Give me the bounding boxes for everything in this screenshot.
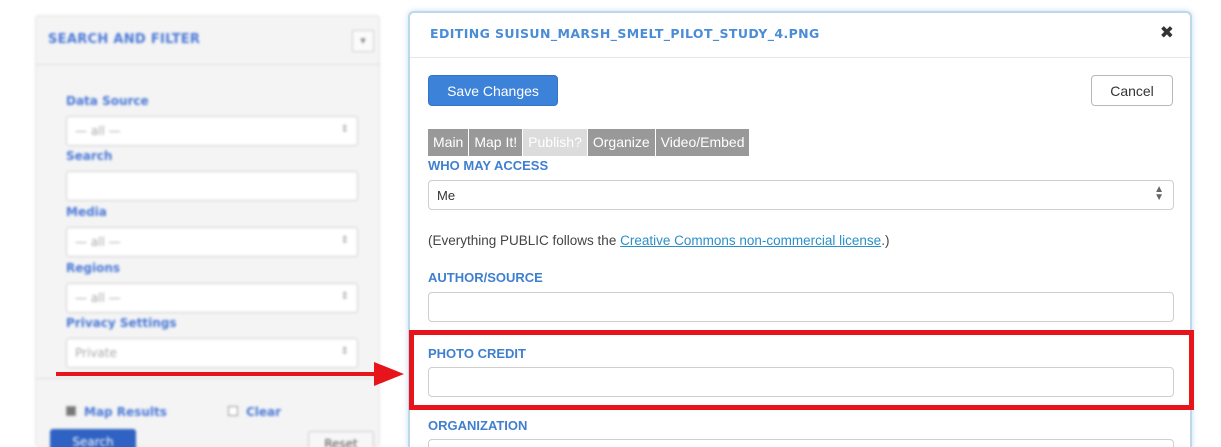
license-note-suffix: .): [881, 233, 890, 248]
data-source-label: Data Source: [66, 94, 149, 108]
license-note: (Everything PUBLIC follows the Creative …: [428, 233, 889, 248]
divider: [36, 378, 381, 379]
divider: [36, 64, 381, 65]
photo-credit-highlight-box: [409, 330, 1194, 410]
select-arrow-icon: ⇕: [340, 124, 349, 135]
select-arrow-icon: ▲ ▼: [1154, 184, 1164, 203]
map-results-label: Map Results: [84, 405, 167, 419]
data-source-select[interactable]: — all — ⇕: [66, 116, 358, 146]
organization-input[interactable]: [428, 439, 1174, 447]
media-select[interactable]: — all — ⇕: [66, 227, 358, 257]
divider: [410, 57, 1190, 58]
search-label: Search: [66, 149, 113, 163]
regions-label: Regions: [66, 261, 121, 275]
who-may-access-label: WHO MAY ACCESS: [428, 158, 549, 173]
cancel-button[interactable]: Cancel: [1091, 75, 1173, 106]
tab-organize[interactable]: Organize: [587, 129, 656, 156]
data-source-value: — all —: [75, 124, 121, 138]
who-may-access-value: Me: [437, 188, 456, 203]
privacy-label: Privacy Settings: [66, 316, 177, 330]
media-label: Media: [66, 205, 107, 219]
checkbox-icon: [66, 406, 76, 416]
select-arrow-icon: ⇕: [340, 291, 349, 302]
modal-title: EDITING SUISUN_MARSH_SMELT_PILOT_STUDY_4…: [430, 26, 820, 41]
annotation-arrow-line: [56, 372, 376, 376]
author-source-input[interactable]: [428, 292, 1174, 322]
tab-map-it[interactable]: Map It!: [469, 129, 524, 156]
select-arrow-icon: ⇕: [340, 346, 349, 357]
privacy-select[interactable]: Private ⇕: [66, 338, 358, 368]
clear-checkbox[interactable]: Clear: [228, 405, 281, 419]
tab-main[interactable]: Main: [428, 129, 470, 156]
author-source-label: AUTHOR/SOURCE: [428, 270, 543, 285]
select-arrow-icon: ⇕: [340, 235, 349, 246]
tab-bar: Main Map It! Publish? Organize Video/Emb…: [428, 129, 751, 156]
save-changes-button[interactable]: Save Changes: [428, 75, 558, 106]
search-input[interactable]: [66, 171, 358, 201]
media-value: — all —: [75, 235, 121, 249]
regions-select[interactable]: — all — ⇕: [66, 283, 358, 313]
annotation-arrow-icon: [374, 362, 404, 386]
organization-label: ORGANIZATION: [428, 418, 528, 433]
who-may-access-select[interactable]: Me ▲ ▼: [428, 180, 1174, 210]
clear-label: Clear: [246, 405, 282, 419]
regions-value: — all —: [75, 291, 121, 305]
checkbox-icon: [228, 406, 238, 416]
license-note-prefix: (Everything PUBLIC follows the: [428, 233, 621, 248]
reset-button[interactable]: Reset: [308, 431, 374, 447]
close-icon[interactable]: ✖: [1160, 23, 1174, 43]
creative-commons-link[interactable]: Creative Commons non-commercial license: [620, 233, 881, 248]
tab-publish[interactable]: Publish?: [523, 129, 588, 156]
search-filter-panel: SEARCH AND FILTER ▾ Data Source — all — …: [35, 15, 381, 447]
collapse-icon[interactable]: ▾: [352, 30, 374, 52]
tab-video-embed[interactable]: Video/Embed: [655, 129, 751, 156]
search-button[interactable]: Search: [50, 429, 136, 447]
privacy-value: Private: [75, 346, 117, 360]
sidebar-title: SEARCH AND FILTER: [48, 32, 201, 47]
map-results-checkbox[interactable]: Map Results: [66, 405, 167, 419]
